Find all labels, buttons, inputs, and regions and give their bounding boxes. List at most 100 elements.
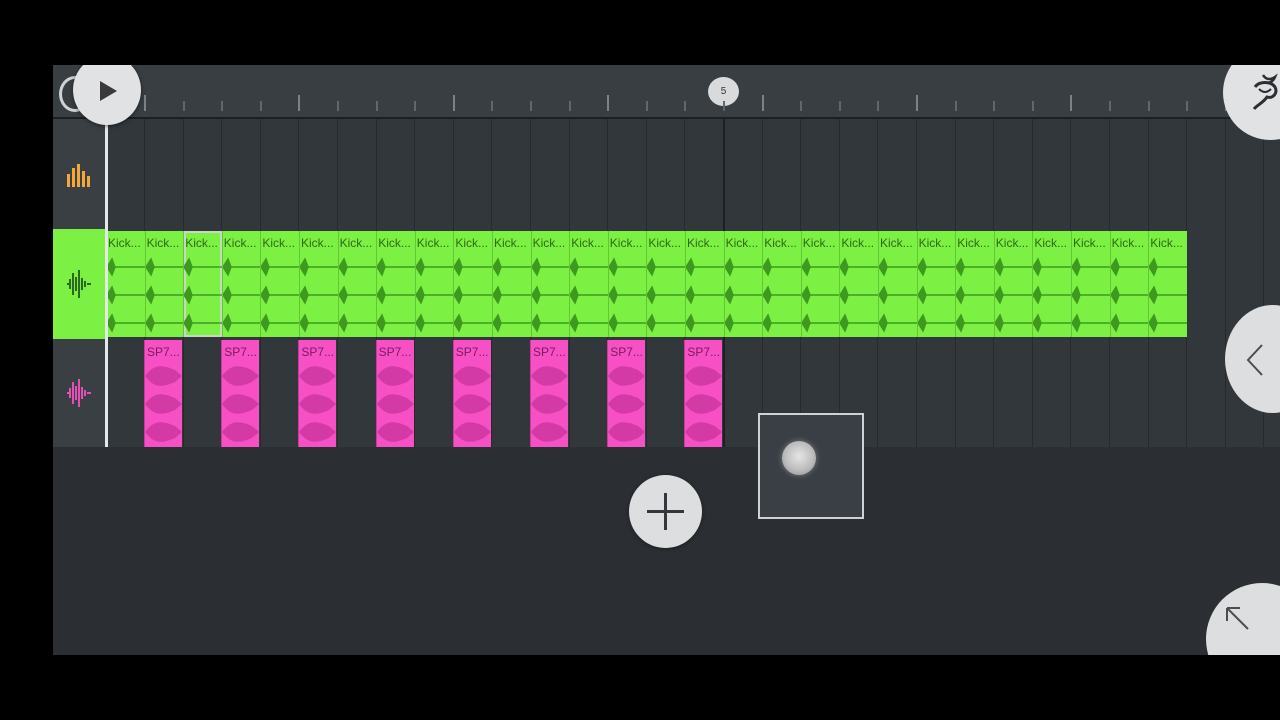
kick-clip[interactable]: Kick... — [993, 231, 1033, 337]
ruler-tick — [452, 95, 455, 111]
kick-clip[interactable]: Kick... — [376, 231, 416, 337]
drag-handle-box[interactable] — [758, 413, 864, 519]
track-header-1[interactable] — [53, 119, 105, 229]
ruler-tick — [182, 101, 185, 111]
kick-clip[interactable]: Kick... — [1071, 231, 1110, 337]
ruler-tick — [144, 95, 146, 111]
ruler-tick — [800, 101, 803, 111]
clip-label: Kick... — [339, 236, 373, 250]
clip-label: Kick... — [725, 236, 759, 250]
kick-clip[interactable]: Kick... — [878, 231, 917, 337]
sample-clip[interactable]: SP7... — [530, 340, 568, 447]
sample-clip[interactable]: SP7... — [375, 340, 414, 447]
clip-label: Kick... — [455, 236, 489, 250]
clip-label: Kick... — [1034, 236, 1068, 250]
kick-clip[interactable]: Kick... — [221, 231, 261, 337]
sample-clip[interactable]: SP7... — [298, 340, 337, 447]
track-header-3[interactable] — [53, 339, 105, 447]
ruler-tick — [1147, 101, 1150, 111]
clip-label: SP7... — [301, 345, 335, 359]
ruler-tick — [1031, 101, 1034, 111]
kick-clip[interactable]: Kick... — [144, 231, 184, 337]
ruler-tick — [723, 101, 725, 111]
clip-label: Kick... — [995, 236, 1029, 250]
waveform-icon — [67, 270, 91, 298]
sample-clip[interactable]: SP7... — [221, 340, 260, 447]
kick-clip[interactable]: Kick... — [569, 231, 609, 337]
kick-clip[interactable]: Kick... — [453, 231, 493, 337]
kick-clip[interactable]: Kick... — [1109, 231, 1149, 337]
kick-clip[interactable]: Kick... — [1032, 231, 1072, 337]
clip-label: Kick... — [494, 236, 527, 250]
ruler-tick — [530, 101, 532, 111]
kick-clip[interactable]: Kick... — [800, 231, 840, 337]
clip-label: Kick... — [918, 236, 952, 250]
sample-clip[interactable]: SP7... — [607, 340, 646, 447]
sample-clip[interactable]: SP7... — [144, 340, 182, 447]
ruler-tick — [645, 101, 648, 111]
kick-clip[interactable]: Kick... — [723, 231, 763, 337]
clip-label: Kick... — [416, 236, 450, 250]
kick-clip[interactable]: Kick... — [414, 231, 454, 337]
drag-knob-icon[interactable] — [782, 441, 816, 475]
clip-label: Kick... — [571, 236, 604, 250]
corner-action-button[interactable] — [1206, 583, 1280, 655]
clip-label: Kick... — [802, 236, 836, 250]
ruler-tick — [414, 101, 417, 111]
kick-clip[interactable]: Kick... — [839, 231, 879, 337]
clip-label: Kick... — [262, 236, 296, 250]
ruler-tick — [298, 95, 301, 111]
clip-label: Kick... — [687, 236, 720, 250]
playhead[interactable] — [105, 119, 108, 447]
clip-label: Kick... — [1111, 236, 1145, 250]
ruler-tick — [761, 95, 764, 111]
clip-label: Kick... — [880, 236, 913, 250]
kick-clip[interactable]: Kick... — [106, 231, 145, 337]
timeline-ruler[interactable]: 5 — [53, 65, 1280, 119]
ruler-tick — [1109, 101, 1111, 111]
clip-label: Kick... — [1150, 236, 1183, 250]
plus-icon — [647, 493, 684, 530]
clip-label: Kick... — [108, 236, 141, 250]
ruler-tick — [954, 101, 957, 111]
kick-clip[interactable]: Kick... — [607, 231, 647, 337]
clip-label: Kick... — [185, 236, 218, 250]
ruler-tick — [993, 101, 996, 111]
kick-clip[interactable]: Kick... — [299, 231, 338, 337]
kick-clip[interactable]: Kick... — [337, 231, 377, 337]
clip-label: Kick... — [1073, 236, 1106, 250]
kick-clip[interactable]: Kick... — [492, 231, 531, 337]
sample-clip[interactable]: SP7... — [452, 340, 491, 447]
playlist-grid[interactable]: Kick... Kick... Kick... Kick... Kick... Kick.… — [53, 119, 1280, 447]
kick-clip[interactable]: Kick... — [260, 231, 300, 337]
kick-clip[interactable]: Kick... — [955, 231, 995, 337]
ruler-tick — [259, 101, 262, 111]
kick-clip[interactable]: Kick... — [1148, 231, 1188, 337]
playlist-window: 5 Kick... Kick... Kick... Kick... Kick..… — [53, 65, 1280, 655]
track-row-1[interactable] — [53, 119, 1280, 229]
kick-clip[interactable]: Kick... — [183, 231, 223, 337]
ruler-tick — [1186, 101, 1189, 111]
track-header-2[interactable] — [53, 229, 105, 339]
ruler-tick — [684, 101, 687, 111]
add-track-button[interactable] — [629, 475, 702, 548]
clip-label: SP7... — [378, 345, 412, 359]
kick-clip[interactable]: Kick... — [762, 231, 802, 337]
clip-label: Kick... — [378, 236, 411, 250]
clip-label: Kick... — [957, 236, 990, 250]
clip-label: Kick... — [648, 236, 682, 250]
kick-clip[interactable]: Kick... — [530, 231, 570, 337]
ruler-tick — [221, 101, 224, 111]
clip-label: SP7... — [224, 345, 257, 359]
clip-label: Kick... — [841, 236, 875, 250]
ruler-tick — [1070, 95, 1073, 111]
ruler-tick — [877, 101, 880, 111]
chevron-left-icon — [1246, 344, 1263, 376]
sample-clip[interactable]: SP7... — [684, 340, 723, 447]
clip-label: Kick... — [223, 236, 257, 250]
ruler-tick — [337, 101, 339, 111]
kick-clip[interactable]: Kick... — [916, 231, 956, 337]
kick-clip[interactable]: Kick... — [646, 231, 686, 337]
ruler-tick — [916, 95, 918, 111]
kick-clip[interactable]: Kick... — [685, 231, 724, 337]
